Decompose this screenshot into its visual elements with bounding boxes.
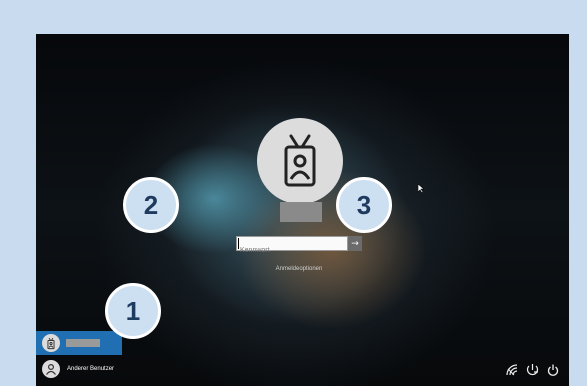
user-tile-selected[interactable] (36, 331, 122, 355)
signin-options-link[interactable]: Anmeldeoptionen (236, 266, 362, 272)
user-avatar-large (257, 118, 343, 204)
callout-2: 2 (123, 177, 179, 233)
user-tile-label: Anderer Benutzer (67, 366, 115, 372)
text-cursor (238, 238, 239, 249)
username-redacted (280, 202, 322, 222)
password-input[interactable] (237, 244, 353, 257)
badge-icon (42, 334, 60, 352)
password-field[interactable] (236, 236, 353, 257)
ease-of-access-icon[interactable] (526, 363, 539, 376)
badge-icon (284, 134, 316, 187)
submit-arrow-button[interactable]: → (348, 236, 362, 251)
power-icon[interactable] (547, 364, 559, 376)
username-redacted-small (66, 339, 100, 347)
person-icon (42, 360, 60, 378)
user-tile-other[interactable]: Anderer Benutzer (36, 358, 146, 380)
callout-1: 1 (105, 283, 161, 339)
network-icon[interactable] (506, 363, 518, 376)
callout-3: 3 (336, 177, 392, 233)
system-tray (506, 363, 559, 376)
mouse-pointer-icon (418, 184, 425, 193)
